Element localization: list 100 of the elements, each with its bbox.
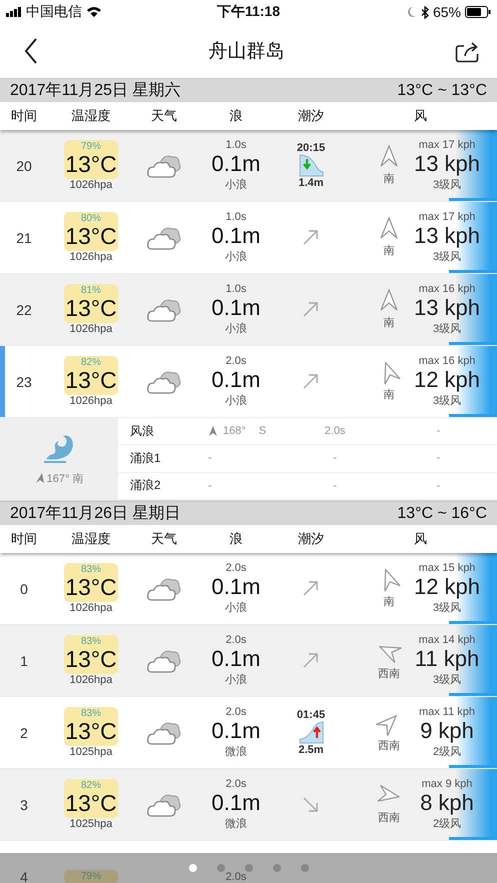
temperature-text: 13°C xyxy=(65,296,117,321)
humidity-text: 83% xyxy=(80,708,101,719)
wave-label: 小浪 xyxy=(225,322,247,336)
wind-force: 2级风 xyxy=(432,817,462,831)
wave-direction: - xyxy=(208,452,212,464)
forecast-row[interactable]: 23 82% 13°C 1026hpa 2.0s 0.1m 小浪 南 max 16 kph 12 kph 3级风 xyxy=(0,346,497,418)
wind-max: max 11 kph xyxy=(418,706,476,718)
wind-tick xyxy=(449,837,497,840)
forecast-row[interactable]: 3 82% 13°C 1025hpa 2.0s 0.1m 微浪 西南 max 9 kph 8 kph 2级风 xyxy=(0,769,497,841)
trend-arrow-icon xyxy=(302,372,320,391)
wind-tick xyxy=(449,198,497,201)
day-date: 2017年11月26日 星期日 xyxy=(10,504,180,524)
wind-max: max 15 kph xyxy=(418,562,476,574)
column-header: 温湿度 xyxy=(70,107,112,125)
temperature-text: 13°C xyxy=(65,368,117,393)
wind-max: max 17 kph xyxy=(418,139,476,151)
falling-tide-icon xyxy=(298,154,324,177)
wave-period: 2.0s xyxy=(324,425,346,438)
pressure-text: 1026hpa xyxy=(70,674,112,686)
pressure-text: 1026hpa xyxy=(70,395,112,407)
battery-icon xyxy=(464,6,491,18)
wave-period: 1.0s xyxy=(226,139,246,151)
wind-max: max 16 kph xyxy=(418,283,476,295)
wave-height: 0.1m xyxy=(212,646,260,672)
humidity-text: 79% xyxy=(80,870,101,882)
compass-point: S xyxy=(258,425,266,438)
pressure-text: 1026hpa xyxy=(70,323,112,335)
temperature-text: 13°C xyxy=(65,719,117,744)
wind-max: max 16 kph xyxy=(418,355,476,367)
wave-period: 2.0s xyxy=(226,634,246,646)
hour-label: 4 xyxy=(19,868,29,883)
wind-direction: 南 xyxy=(384,172,394,186)
wave-period: - xyxy=(333,452,337,464)
tide-height: 1.4m xyxy=(298,177,324,189)
wave-period: 1.0s xyxy=(226,211,246,223)
direction-arrow-icon xyxy=(34,472,45,484)
wind-speed: 13 kph xyxy=(414,223,480,249)
wave-height: 0.1m xyxy=(212,574,260,600)
wind-tick xyxy=(449,621,497,624)
tide-time: 01:45 xyxy=(296,709,326,721)
wave-period: - xyxy=(333,480,337,492)
temp-range: 13°C ~ 16°C xyxy=(397,504,487,522)
bluetooth-icon xyxy=(420,6,429,18)
wave-height: 0.1m xyxy=(212,295,260,321)
wind-speed: 12 kph xyxy=(414,574,480,600)
humidity-text: 83% xyxy=(80,564,101,575)
pressure-text: 1025hpa xyxy=(70,818,112,830)
battery-percent: 65% xyxy=(432,4,461,20)
pressure-text: 1026hpa xyxy=(70,251,112,263)
moon-icon xyxy=(406,6,417,18)
hour-label: 20 xyxy=(15,158,33,174)
wave-label: 微浪 xyxy=(225,744,247,759)
wind-tick xyxy=(449,765,497,768)
temperature-text: 13°C xyxy=(65,647,117,672)
wind-max: max 14 kph xyxy=(418,634,476,646)
hour-label: 3 xyxy=(19,796,29,812)
wave-height: - xyxy=(436,452,440,464)
clock-time: 下午11:18 xyxy=(216,3,280,21)
wave-type: 风浪 xyxy=(129,422,155,440)
humidity-text: 82% xyxy=(80,357,101,368)
wave-type: 涌浪2 xyxy=(129,477,162,494)
wind-speed: 12 kph xyxy=(414,367,480,393)
wave-label: 小浪 xyxy=(225,600,247,615)
hour-label: 23 xyxy=(15,374,33,390)
wind-force: 3级风 xyxy=(432,178,462,192)
column-header: 时间 xyxy=(10,107,38,125)
humidity-text: 83% xyxy=(80,636,101,647)
trend-arrow-icon xyxy=(302,579,320,598)
trend-arrow-icon xyxy=(302,651,320,670)
back-icon xyxy=(24,38,38,64)
wind-force: 3级风 xyxy=(432,601,462,615)
swell-direction: 167° 南 xyxy=(46,472,84,486)
wave-height: 0.1m xyxy=(212,790,260,816)
wind-force: 2级风 xyxy=(432,745,462,759)
column-header: 温湿度 xyxy=(70,530,112,548)
wave-period: 2.0s xyxy=(226,706,246,718)
rising-tide-icon xyxy=(298,721,324,744)
signal-icon xyxy=(6,7,22,17)
wave-direction: 168° xyxy=(223,425,246,438)
wave-label: 小浪 xyxy=(225,672,247,687)
column-header: 浪 xyxy=(228,530,244,548)
wind-force: 3级风 xyxy=(432,322,462,336)
column-header: 潮汐 xyxy=(297,530,325,548)
wave-period: 2.0s xyxy=(226,870,246,882)
wave-period: 1.0s xyxy=(226,283,246,295)
wave-height: - xyxy=(436,425,440,438)
wind-direction: 南 xyxy=(384,316,394,330)
hour-label: 1 xyxy=(19,652,29,668)
wave-period: 2.0s xyxy=(226,562,246,574)
pressure-text: 1026hpa xyxy=(70,179,112,191)
wave-period: 2.0s xyxy=(226,355,246,367)
hour-label: 0 xyxy=(19,580,29,596)
wind-speed: 8 kph xyxy=(420,790,474,816)
column-header: 天气 xyxy=(150,530,178,548)
temperature-text: 13°C xyxy=(65,152,117,177)
temperature-text: 13°C xyxy=(65,224,117,249)
wind-force: 3级风 xyxy=(432,394,462,408)
wind-max: max 9 kph xyxy=(422,778,472,790)
wave-label: 小浪 xyxy=(225,250,247,264)
wave-height: 0.1m xyxy=(212,718,260,744)
